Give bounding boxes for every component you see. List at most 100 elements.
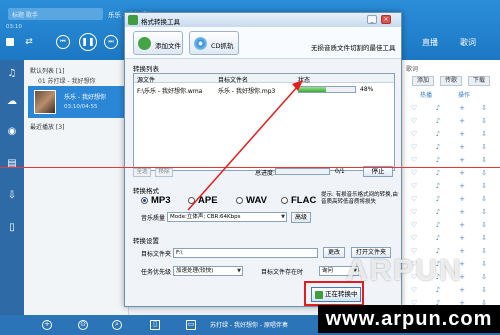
add-icon[interactable]: +: [42, 320, 52, 330]
download-icon[interactable]: ⇩: [480, 273, 488, 281]
heart-icon[interactable]: ♡: [410, 208, 418, 216]
headphones-icon[interactable]: ♪: [434, 156, 442, 164]
locate-icon[interactable]: ⊙: [78, 320, 88, 330]
headphones-icon[interactable]: ♪: [434, 195, 442, 203]
headphones-icon[interactable]: ♪: [434, 182, 442, 190]
download-icon[interactable]: ⇩: [480, 247, 488, 255]
add-button[interactable]: 添加: [412, 76, 434, 86]
headphones-icon[interactable]: ♪: [434, 143, 442, 151]
format-radio-mp3[interactable]: [141, 197, 148, 204]
row-target[interactable]: 乐乐 - 我好想你.mp3: [218, 86, 275, 95]
list-item: ♡ ♪ + ⇩: [402, 219, 498, 232]
loop-icon[interactable]: ⇄: [24, 37, 34, 47]
minimize-icon[interactable]: _: [367, 15, 377, 24]
download-icon[interactable]: ⇩: [480, 234, 488, 242]
change-folder-button[interactable]: 更改: [323, 247, 345, 258]
add-icon[interactable]: +: [458, 117, 466, 125]
close-icon[interactable]: ×: [381, 15, 391, 24]
add-icon[interactable]: +: [458, 156, 466, 164]
col-status[interactable]: 状态: [298, 75, 310, 84]
format-tip: 提示: 有损音乐格式间的转换,由音质高转低音质将损失: [321, 192, 398, 205]
download-icon[interactable]: ⇩: [480, 208, 488, 216]
heart-icon[interactable]: ♡: [410, 130, 418, 138]
download-icon[interactable]: ⇩: [480, 182, 488, 190]
headphones-icon[interactable]: ♪: [434, 130, 442, 138]
device-icon[interactable]: ▯: [6, 222, 18, 234]
advanced-button[interactable]: 高级: [291, 212, 311, 223]
heart-icon[interactable]: ♡: [410, 182, 418, 190]
add-icon[interactable]: +: [458, 104, 466, 112]
cloud-icon[interactable]: ☁: [6, 96, 18, 108]
heart-icon[interactable]: ♡: [410, 143, 418, 151]
add-icon[interactable]: +: [458, 182, 466, 190]
download-icon[interactable]: ⇩: [480, 169, 488, 177]
library-icon[interactable]: ▤: [6, 158, 18, 170]
headphones-icon[interactable]: ♪: [434, 234, 442, 242]
radio-icon[interactable]: ◉: [6, 126, 18, 138]
download-icon[interactable]: ⇩: [480, 104, 488, 112]
add-file-button[interactable]: 添加文件: [133, 31, 183, 55]
quality-select[interactable]: Mode:立体声; CBR:64Kbps ▼: [167, 212, 287, 222]
dialog-title-bar[interactable]: 格式转换工具 _ ×: [125, 13, 401, 27]
pause-icon[interactable]: ❚❚: [79, 33, 97, 51]
download-icon[interactable]: ⇩: [480, 221, 488, 229]
row-source[interactable]: F:\乐乐 - 我好想你.wma: [137, 86, 202, 95]
format-radio-flac[interactable]: [281, 197, 288, 204]
format-radio-ape[interactable]: [188, 197, 195, 204]
col-target[interactable]: 目标文件名: [218, 75, 248, 84]
heart-icon[interactable]: ♡: [410, 195, 418, 203]
headphones-icon[interactable]: ♪: [434, 104, 442, 112]
upload-button[interactable]: 传歌: [440, 76, 462, 86]
download-icon[interactable]: ⇩: [480, 286, 488, 294]
heart-icon[interactable]: ♡: [410, 104, 418, 112]
previous-icon[interactable]: ⏮: [56, 35, 70, 49]
download-icon[interactable]: ⇩: [6, 190, 18, 202]
phone-icon[interactable]: ▯: [150, 320, 160, 330]
format-radio-wav[interactable]: [236, 197, 243, 204]
stop-icon[interactable]: [6, 38, 14, 46]
music-note-icon[interactable]: ♫: [6, 68, 18, 80]
tab-live[interactable]: 直播: [422, 34, 438, 52]
priority-select[interactable]: 加速处理(较快) ▼: [173, 266, 243, 276]
heart-icon[interactable]: ♡: [410, 117, 418, 125]
headphones-icon[interactable]: ♪: [434, 169, 442, 177]
add-icon[interactable]: +: [458, 221, 466, 229]
add-icon[interactable]: +: [458, 195, 466, 203]
search-icon[interactable]: ⌕: [112, 320, 122, 330]
cd-rip-button[interactable]: CD抓轨: [189, 31, 239, 55]
heart-icon[interactable]: ♡: [410, 156, 418, 164]
playlist-header[interactable]: 默认列表 [1]: [30, 66, 64, 75]
add-icon[interactable]: +: [458, 130, 466, 138]
remove-button[interactable]: 移除: [155, 168, 173, 177]
search-input[interactable]: 标题 歌手: [8, 8, 103, 20]
download-button[interactable]: 下载: [468, 76, 490, 86]
conversion-list: 源文件 目标文件名 状态 F:\乐乐 - 我好想你.wma 乐乐 - 我好想你.…: [133, 73, 395, 171]
headphones-icon[interactable]: ♪: [434, 221, 442, 229]
download-icon[interactable]: ⇩: [480, 260, 488, 268]
add-icon[interactable]: +: [458, 169, 466, 177]
headphones-icon[interactable]: ♪: [434, 117, 442, 125]
row-progress-bar: [298, 86, 356, 93]
add-icon[interactable]: +: [458, 143, 466, 151]
tab-lyrics[interactable]: 歌词: [460, 34, 476, 52]
heart-icon[interactable]: ♡: [410, 221, 418, 229]
download-icon[interactable]: ⇩: [480, 143, 488, 151]
col-source[interactable]: 源文件: [137, 75, 155, 84]
selected-track-time: 03:10/04:55: [64, 104, 98, 110]
select-all-button[interactable]: 全选: [133, 168, 151, 177]
download-icon[interactable]: ⇩: [480, 117, 488, 125]
heart-icon[interactable]: ♡: [410, 169, 418, 177]
add-icon[interactable]: +: [458, 208, 466, 216]
next-icon[interactable]: ⏭: [104, 35, 118, 49]
download-icon[interactable]: ⇩: [480, 130, 488, 138]
recent-header[interactable]: 最近播放 [3]: [30, 122, 64, 131]
download-icon[interactable]: ⇩: [480, 195, 488, 203]
playlist-item[interactable]: 01 苏打绿 - 我好想你: [38, 76, 96, 85]
row-progress-text: 48%: [360, 86, 374, 93]
download-icon[interactable]: ⇩: [480, 156, 488, 164]
tv-icon[interactable]: ▭: [186, 320, 196, 330]
add-icon[interactable]: +: [458, 234, 466, 242]
headphones-icon[interactable]: ♪: [434, 208, 442, 216]
target-folder-input[interactable]: F:\: [173, 248, 318, 258]
heart-icon[interactable]: ♡: [410, 234, 418, 242]
